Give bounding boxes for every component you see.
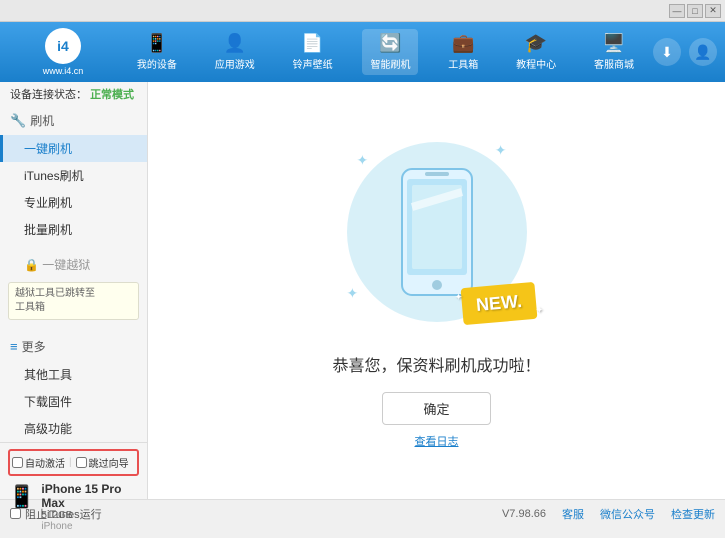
connection-status: 设备连接状态： 正常模式 xyxy=(0,82,147,106)
smart-flash-icon: 🔄 xyxy=(379,33,401,54)
lock-icon: 🔒 xyxy=(24,258,39,272)
auto-options-group: 自动激活 | 跳过向导 xyxy=(8,449,139,476)
auto-activate-checkbox[interactable] xyxy=(12,457,23,468)
sidebar-item-advanced[interactable]: 高级功能 xyxy=(0,415,147,442)
logo-area: i4 www.i4.cn xyxy=(8,28,118,76)
service-icon: 🖥️ xyxy=(603,33,625,54)
auto-activate-label[interactable]: 自动激活 xyxy=(12,455,65,470)
nav-tutorial[interactable]: 🎓 教程中心 xyxy=(508,29,564,75)
sidebar-item-pro-flash[interactable]: 专业刷机 xyxy=(0,189,147,216)
ringtone-label: 铃声壁纸 xyxy=(293,56,333,71)
sidebar-item-batch-flash[interactable]: 批量刷机 xyxy=(0,216,147,243)
sparkle-icon-1: ✦ xyxy=(357,152,369,169)
jailbreak-label: 一键越狱 xyxy=(42,258,90,272)
phone-illustration: ✦ ✦ ✦ NEW. xyxy=(337,132,537,332)
options-divider: | xyxy=(69,457,72,468)
customer-service-link[interactable]: 客服 xyxy=(562,506,584,522)
user-button[interactable]: 👤 xyxy=(689,38,717,66)
sidebar-item-one-key-flash[interactable]: 一键刷机 xyxy=(0,135,147,162)
sidebar-item-other-tools[interactable]: 其他工具 xyxy=(0,361,147,388)
sidebar-section-flash[interactable]: 🔧 刷机 xyxy=(0,106,147,135)
success-message: 恭喜您，保资料刷机成功啦！ xyxy=(332,352,540,376)
restore-button[interactable]: □ xyxy=(687,4,703,18)
log-link[interactable]: 查看日志 xyxy=(415,433,459,449)
nav-ringtone[interactable]: 📄 铃声壁纸 xyxy=(285,29,341,75)
statusbar-left: 阻止iTunes运行 xyxy=(10,506,102,522)
app-games-icon: 👤 xyxy=(224,33,246,54)
confirm-button[interactable]: 确定 xyxy=(382,392,490,425)
main-container: 设备连接状态： 正常模式 🔧 刷机 一键刷机 iTunes刷机 专业刷机 批量刷… xyxy=(0,82,725,499)
minimize-button[interactable]: — xyxy=(669,4,685,18)
tutorial-icon: 🎓 xyxy=(525,33,547,54)
check-update-link[interactable]: 检查更新 xyxy=(671,506,715,522)
more-section-icon: ≡ xyxy=(10,339,18,354)
sidebar-section-more[interactable]: ≡ 更多 xyxy=(0,332,147,361)
my-device-icon: 📱 xyxy=(146,33,168,54)
more-section-label: 更多 xyxy=(22,338,46,355)
sparkle-icon-2: ✦ xyxy=(495,142,507,159)
stop-itunes-label: 阻止iTunes运行 xyxy=(25,506,102,522)
new-badge: NEW. xyxy=(461,282,538,325)
status-value: 正常模式 xyxy=(90,89,134,101)
header-right: ⬇ 👤 xyxy=(653,38,717,66)
phone-svg xyxy=(397,167,477,297)
nav-items: 📱 我的设备 👤 应用游戏 📄 铃声壁纸 🔄 智能刷机 💼 工具箱 🎓 教程中心… xyxy=(118,29,653,75)
flash-section-icon: 🔧 xyxy=(10,113,26,129)
toolbox-icon: 💼 xyxy=(452,33,474,54)
sidebar-item-itunes-flash[interactable]: iTunes刷机 xyxy=(0,162,147,189)
stop-itunes-checkbox[interactable] xyxy=(10,508,21,519)
header: i4 www.i4.cn 📱 我的设备 👤 应用游戏 📄 铃声壁纸 🔄 智能刷机… xyxy=(0,22,725,82)
auto-guide-checkbox[interactable] xyxy=(76,457,87,468)
sparkle-icon-3: ✦ xyxy=(347,285,359,302)
titlebar: — □ ✕ xyxy=(0,0,725,22)
app-games-label: 应用游戏 xyxy=(215,56,255,71)
download-button[interactable]: ⬇ xyxy=(653,38,681,66)
auto-guide-label[interactable]: 跳过向导 xyxy=(76,455,129,470)
version-label: V7.98.66 xyxy=(502,508,546,520)
sidebar-item-download-firmware[interactable]: 下载固件 xyxy=(0,388,147,415)
auto-activate-text: 自动激活 xyxy=(25,455,65,470)
nav-app-games[interactable]: 👤 应用游戏 xyxy=(207,29,263,75)
nav-toolbox[interactable]: 💼 工具箱 xyxy=(440,29,486,75)
service-label: 客服商城 xyxy=(594,56,634,71)
ringtone-icon: 📄 xyxy=(301,33,323,54)
smart-flash-label: 智能刷机 xyxy=(370,56,410,71)
tutorial-label: 教程中心 xyxy=(516,56,556,71)
device-area: 自动激活 | 跳过向导 📱 iPhone 15 Pro Max 512GB iP… xyxy=(0,442,147,538)
sidebar-note: 越狱工具已跳转至工具箱 xyxy=(8,282,139,320)
nav-service[interactable]: 🖥️ 客服商城 xyxy=(586,29,642,75)
logo-url: www.i4.cn xyxy=(43,66,84,76)
nav-smart-flash[interactable]: 🔄 智能刷机 xyxy=(362,29,418,75)
status-label: 设备连接状态： xyxy=(10,89,87,101)
logo-icon: i4 xyxy=(45,28,81,64)
toolbox-label: 工具箱 xyxy=(448,56,478,71)
nav-my-device[interactable]: 📱 我的设备 xyxy=(129,29,185,75)
statusbar-right: V7.98.66 客服 微信公众号 检查更新 xyxy=(502,506,715,522)
content-area: ✦ ✦ ✦ NEW. 恭喜您，保资料刷机成功啦！ 确定 查看日志 xyxy=(148,82,725,499)
auto-guide-text: 跳过向导 xyxy=(89,455,129,470)
sidebar: 设备连接状态： 正常模式 🔧 刷机 一键刷机 iTunes刷机 专业刷机 批量刷… xyxy=(0,82,148,499)
close-button[interactable]: ✕ xyxy=(705,4,721,18)
flash-section-label: 刷机 xyxy=(30,112,54,129)
my-device-label: 我的设备 xyxy=(137,56,177,71)
wechat-link[interactable]: 微信公众号 xyxy=(600,506,655,522)
sidebar-item-jailbreak: 🔒 一键越狱 xyxy=(0,251,147,278)
